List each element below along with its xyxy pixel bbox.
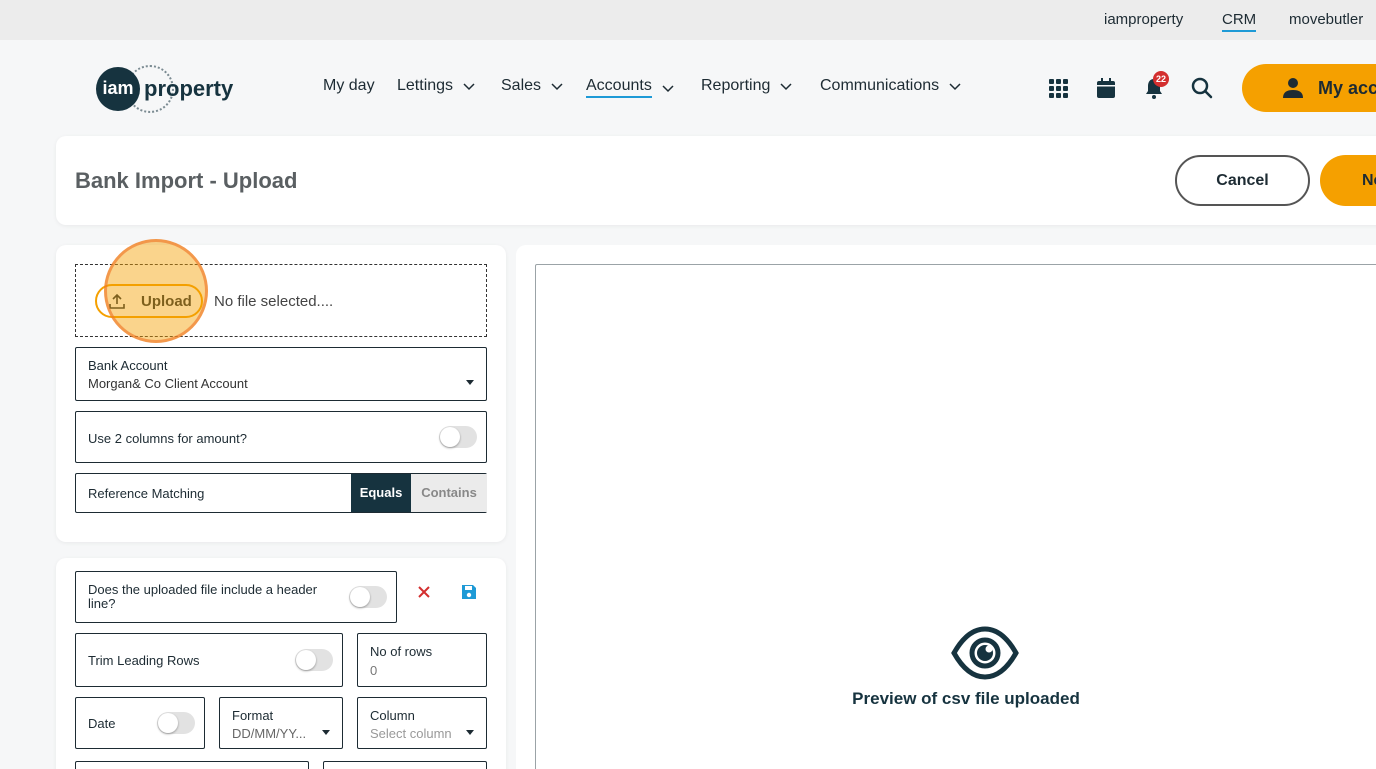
- cancel-button[interactable]: Cancel: [1175, 155, 1310, 206]
- preview-placeholder-text: Preview of csv file uploaded: [852, 689, 1080, 708]
- search-icon[interactable]: [1190, 76, 1214, 100]
- date-toggle[interactable]: [157, 712, 195, 734]
- next-button[interactable]: Ne: [1320, 155, 1376, 206]
- user-icon: [1283, 78, 1303, 98]
- chevron-down-icon: [551, 83, 563, 91]
- reference-matching-field: Reference Matching Equals Contains: [75, 473, 487, 513]
- logo-circle: iam: [96, 67, 140, 111]
- nav-label: Accounts: [586, 77, 652, 98]
- apps-grid-icon[interactable]: [1046, 76, 1070, 100]
- logo[interactable]: iam property: [96, 64, 236, 113]
- page-title: Bank Import - Upload: [75, 168, 298, 193]
- page-header-card: Bank Import - Upload Cancel Ne: [56, 136, 1376, 225]
- chevron-down-icon: [949, 83, 961, 91]
- nav-communications[interactable]: Communications: [820, 77, 963, 95]
- chevron-down-icon: [780, 83, 792, 91]
- header-line-label: Does the uploaded file include a header …: [88, 582, 318, 611]
- no-of-rows-input[interactable]: No of rows 0: [357, 633, 487, 687]
- reference-matching-label: Reference Matching: [88, 486, 205, 501]
- chevron-down-icon: [322, 730, 330, 735]
- column-label: Column: [370, 708, 415, 723]
- click-highlight-marker: [104, 239, 208, 343]
- date-format-select[interactable]: Format DD/MM/YY...: [219, 697, 343, 749]
- eye-icon: [951, 626, 1019, 680]
- chevron-down-icon: [463, 83, 475, 91]
- two-columns-toggle[interactable]: [439, 426, 477, 448]
- bank-account-value: Morgan& Co Client Account: [88, 376, 248, 391]
- nav-lettings[interactable]: Lettings: [397, 77, 477, 95]
- next-row-field-right[interactable]: [323, 761, 487, 769]
- upload-settings-card: Upload No file selected.... Bank Account…: [56, 239, 506, 542]
- logo-word: property: [144, 76, 234, 101]
- trim-leading-rows-label: Trim Leading Rows: [88, 653, 200, 668]
- header-line-field: Does the uploaded file include a header …: [75, 571, 397, 623]
- date-format-label: Format: [232, 708, 274, 723]
- main-navbar: iam property My day Lettings Sales Accou…: [0, 40, 1376, 136]
- my-account-button[interactable]: My acc: [1242, 64, 1376, 112]
- nav-label: Reporting: [701, 77, 771, 94]
- nav-label: Lettings: [397, 77, 454, 94]
- chevron-down-icon: [466, 380, 474, 385]
- reference-contains-option[interactable]: Contains: [411, 474, 487, 512]
- nav-sales[interactable]: Sales: [501, 77, 565, 95]
- topbar-link-iamproperty[interactable]: iamproperty: [1104, 11, 1183, 28]
- top-utility-bar: iamproperty CRM movebutler: [0, 0, 1376, 40]
- two-columns-label: Use 2 columns for amount?: [88, 431, 247, 446]
- chevron-down-icon: [662, 84, 674, 92]
- chevron-down-icon: [466, 730, 474, 735]
- nav-label: My day: [323, 77, 375, 94]
- header-line-toggle[interactable]: [349, 586, 387, 608]
- next-row-field-left[interactable]: [75, 761, 309, 769]
- topbar-link-crm[interactable]: CRM: [1222, 11, 1257, 32]
- file-upload-dropzone[interactable]: Upload No file selected....: [75, 239, 487, 343]
- nav-accounts[interactable]: Accounts: [586, 77, 676, 98]
- csv-preview-card: Preview of csv file uploaded: [516, 245, 1376, 769]
- trim-leading-rows-field: Trim Leading Rows: [75, 633, 343, 687]
- reference-equals-option[interactable]: Equals: [351, 474, 411, 512]
- bank-account-label: Bank Account: [88, 358, 168, 373]
- close-icon[interactable]: [417, 585, 431, 599]
- calendar-icon[interactable]: [1094, 76, 1118, 100]
- column-placeholder: Select column: [370, 726, 452, 741]
- date-format-value: DD/MM/YY...: [232, 726, 307, 741]
- nav-my-day[interactable]: My day: [323, 77, 375, 95]
- nav-reporting[interactable]: Reporting: [701, 77, 794, 95]
- nav-label: Communications: [820, 77, 940, 94]
- notification-count-badge: 22: [1153, 71, 1169, 87]
- bank-account-select[interactable]: Bank Account Morgan& Co Client Account: [75, 347, 487, 401]
- no-of-rows-label: No of rows: [370, 644, 433, 659]
- no-of-rows-value: 0: [370, 663, 378, 678]
- date-field: Date: [75, 697, 205, 749]
- my-account-label: My acc: [1318, 77, 1376, 98]
- column-mapping-card: Does the uploaded file include a header …: [56, 558, 506, 769]
- date-label: Date: [88, 716, 116, 731]
- save-icon[interactable]: [461, 584, 477, 600]
- file-status-text: No file selected....: [214, 293, 334, 310]
- topbar-link-movebutler[interactable]: movebutler: [1289, 11, 1363, 28]
- nav-label: Sales: [501, 77, 542, 94]
- trim-leading-rows-toggle[interactable]: [295, 649, 333, 671]
- two-columns-field: Use 2 columns for amount?: [75, 411, 487, 463]
- column-select[interactable]: Column Select column: [357, 697, 487, 749]
